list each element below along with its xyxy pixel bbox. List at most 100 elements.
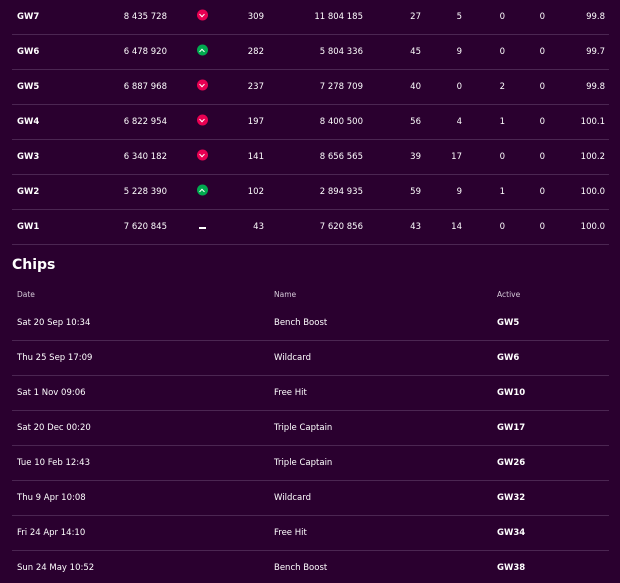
hits-value: 0 [499,152,505,162]
chip-active-gameweek: GW10 [497,388,526,398]
bench-value: 0 [539,47,545,57]
gameweek-rank-value: 309 [247,12,264,22]
chip-date: Tue 10 Feb 12:43 [17,458,90,468]
hits-value: 1 [499,117,505,127]
table-row: GW2 5 228 390 102 2 894 935 59 9 1 0 100… [12,175,609,210]
team-value: 100.2 [580,152,605,162]
bench-value: 0 [539,187,545,197]
hits-value: 1 [499,187,505,197]
total-value: 8 656 565 [319,152,363,162]
total-value: 7 278 709 [319,82,363,92]
total-value: 11 804 185 [314,12,363,22]
chip-date: Sun 24 May 10:52 [17,563,95,573]
table-row: GW6 6 478 920 282 5 804 336 45 9 0 0 99.… [12,35,609,70]
chips-table-header: Date Name Active [12,283,609,306]
chip-active-gameweek: GW34 [497,528,526,538]
rank-movement [196,149,208,165]
rank-movement [196,79,208,95]
transfers-value: 27 [410,12,421,22]
gameweek-label: GW3 [17,152,40,162]
chip-active-gameweek: GW32 [497,493,526,503]
chip-name: Free Hit [274,388,307,398]
chip-name: Wildcard [274,353,311,363]
gameweek-history-table: GW7 8 435 728 309 11 804 185 27 5 0 0 99… [12,0,609,245]
chevron-down-icon [196,9,208,21]
chip-date: Sat 20 Dec 00:20 [17,423,91,433]
transfer-cost-value: 0 [456,82,462,92]
header-active: Active [497,290,521,299]
chip-name: Free Hit [274,528,307,538]
chip-active-gameweek: GW17 [497,423,526,433]
gameweek-rank-value: 43 [253,222,264,232]
gameweek-label: GW5 [17,82,40,92]
transfers-value: 40 [410,82,421,92]
gameweek-rank-value: 237 [247,82,264,92]
table-row: GW5 6 887 968 237 7 278 709 40 0 2 0 99.… [12,70,609,105]
team-value: 100.1 [580,117,605,127]
chips-section-title: Chips [12,257,56,273]
table-row: Thu 9 Apr 10:08 Wildcard GW32 [12,481,609,516]
gameweek-rank-value: 282 [247,47,264,57]
bench-value: 0 [539,152,545,162]
chip-date: Fri 24 Apr 14:10 [17,528,86,538]
chevron-down-icon [196,114,208,126]
table-row: Fri 24 Apr 14:10 Free Hit GW34 [12,516,609,551]
gameweek-label: GW6 [17,47,40,57]
table-row: Sat 20 Dec 00:20 Triple Captain GW17 [12,411,609,446]
overall-rank-value: 6 340 182 [123,152,167,162]
transfer-cost-value: 14 [451,222,462,232]
overall-rank-value: 6 478 920 [123,47,167,57]
bench-value: 0 [539,12,545,22]
chevron-up-icon [196,184,208,196]
bench-value: 0 [539,82,545,92]
total-value: 5 804 336 [319,47,363,57]
chevron-down-icon [196,149,208,161]
chip-date: Sat 1 Nov 09:06 [17,388,86,398]
table-row: GW1 7 620 845 43 7 620 856 43 14 0 0 100… [12,210,609,245]
gameweek-rank-value: 197 [247,117,264,127]
chip-active-gameweek: GW38 [497,563,526,573]
gameweek-rank-value: 141 [247,152,264,162]
rank-movement [196,114,208,130]
transfers-value: 43 [410,222,421,232]
overall-rank-value: 7 620 845 [123,222,167,232]
overall-rank-value: 5 228 390 [123,187,167,197]
gameweek-label: GW1 [17,222,40,232]
hits-value: 0 [499,222,505,232]
table-row: Thu 25 Sep 17:09 Wildcard GW6 [12,341,609,376]
bench-value: 0 [539,117,545,127]
total-value: 8 400 500 [319,117,363,127]
team-value: 99.7 [586,47,605,57]
team-value: 100.0 [580,187,605,197]
dash-icon [198,227,206,229]
total-value: 2 894 935 [319,187,363,197]
hits-value: 0 [499,47,505,57]
chip-name: Triple Captain [274,423,333,433]
bench-value: 0 [539,222,545,232]
rank-movement [196,184,208,200]
table-row: GW3 6 340 182 141 8 656 565 39 17 0 0 10… [12,140,609,175]
transfers-value: 59 [410,187,421,197]
gameweek-label: GW2 [17,187,40,197]
rank-movement [196,221,208,233]
transfer-cost-value: 5 [456,12,462,22]
table-row: Sun 24 May 10:52 Bench Boost GW38 [12,551,609,583]
overall-rank-value: 6 887 968 [123,82,167,92]
chip-name: Bench Boost [274,318,328,328]
hits-value: 2 [499,82,505,92]
header-date: Date [17,290,35,299]
transfers-value: 56 [410,117,421,127]
transfer-cost-value: 9 [456,47,462,57]
chip-active-gameweek: GW6 [497,353,520,363]
chip-date: Thu 9 Apr 10:08 [17,493,86,503]
table-row: Sat 20 Sep 10:34 Bench Boost GW5 [12,306,609,341]
rank-movement [196,44,208,60]
chip-date: Sat 20 Sep 10:34 [17,318,91,328]
transfers-value: 39 [410,152,421,162]
chip-active-gameweek: GW5 [497,318,520,328]
overall-rank-value: 6 822 954 [123,117,167,127]
chevron-down-icon [196,79,208,91]
page: GW7 8 435 728 309 11 804 185 27 5 0 0 99… [0,0,620,583]
rank-movement [196,9,208,25]
chevron-up-icon [196,44,208,56]
